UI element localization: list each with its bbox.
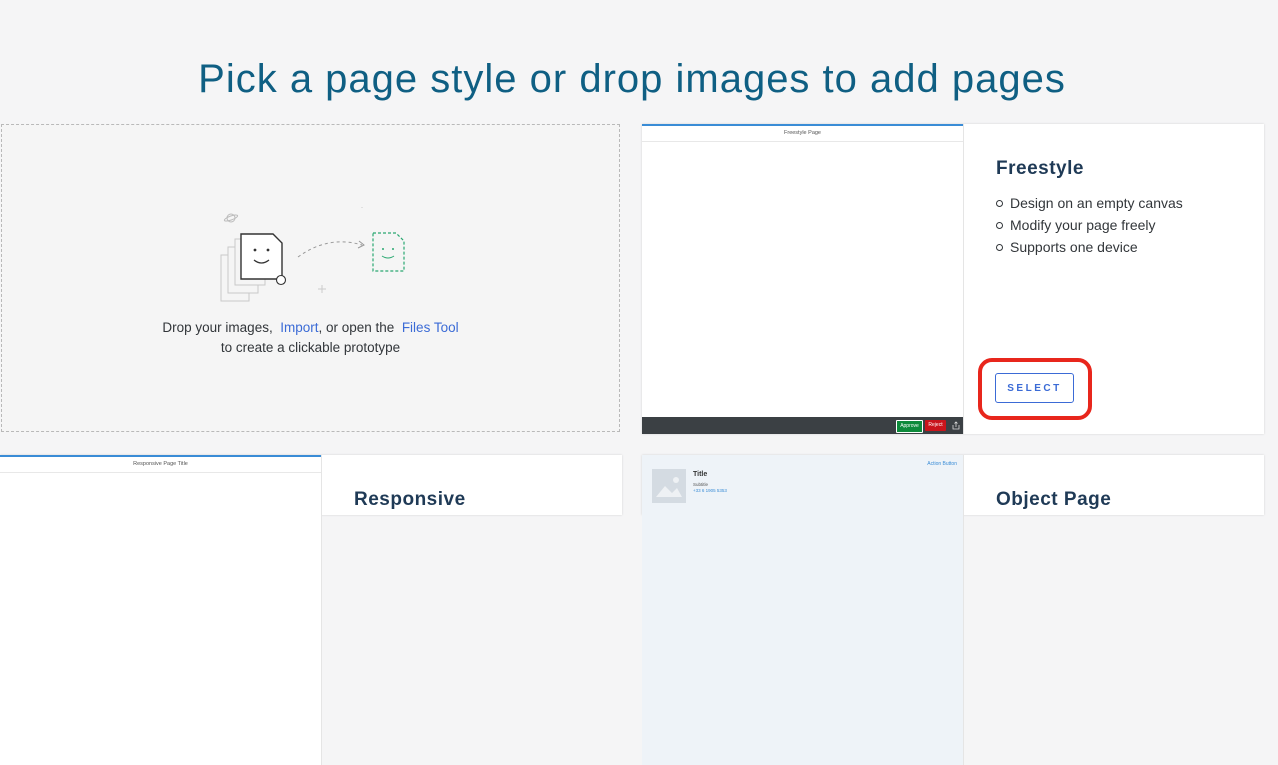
- share-icon: [952, 421, 960, 430]
- drop-instructions: Drop your images, Import, or open the Fi…: [2, 318, 619, 358]
- freestyle-info: Freestyle Design on an empty canvas Modi…: [996, 158, 1256, 258]
- object-page-preview: Action Button Title Subtitle +33 6 1905 …: [642, 455, 964, 765]
- freestyle-preview-header: Freestyle Page: [642, 126, 963, 142]
- import-link[interactable]: Import: [280, 320, 318, 335]
- responsive-info: Responsive: [354, 489, 614, 523]
- freestyle-card[interactable]: Freestyle Page Approve Reject Freestyle …: [642, 124, 1264, 434]
- object-page-card[interactable]: Action Button Title Subtitle +33 6 1905 …: [642, 455, 1264, 765]
- feature-item: Modify your page freely: [996, 214, 1256, 236]
- freestyle-preview: Freestyle Page Approve Reject: [642, 124, 964, 434]
- responsive-preview: Responsive Page Title: [0, 455, 322, 765]
- image-drop-zone[interactable]: Drop your images, Import, or open the Fi…: [1, 124, 620, 432]
- object-page-title: Object Page: [996, 489, 1112, 510]
- preview-subtitle: Subtitle: [693, 482, 709, 487]
- page-title: Pick a page style or drop images to add …: [198, 56, 1066, 101]
- preview-phone: +33 6 1905 5353: [693, 488, 727, 493]
- files-tool-link[interactable]: Files Tool: [402, 320, 459, 335]
- responsive-preview-header: Responsive Page Title: [0, 457, 321, 473]
- preview-approve-button: Approve: [896, 420, 923, 433]
- drop-images-illustration: [220, 207, 405, 302]
- preview-reject-button: Reject: [925, 420, 946, 431]
- preview-footer-bar: Approve Reject: [642, 417, 963, 434]
- smiley-page-icon: [240, 233, 287, 286]
- feature-item: Supports one device: [996, 236, 1256, 258]
- sparkle-icon: [318, 207, 363, 293]
- object-page-info: Object Page: [996, 489, 1256, 523]
- drop-text-line2: to create a clickable prototype: [220, 340, 401, 355]
- drop-text-middle: , or open the: [318, 320, 395, 335]
- preview-action-button: Action Button: [927, 461, 957, 467]
- responsive-title: Responsive: [354, 489, 466, 510]
- planet-icon: [223, 213, 239, 223]
- feature-item: Design on an empty canvas: [996, 192, 1256, 214]
- select-button[interactable]: SELECT: [995, 373, 1074, 403]
- freestyle-title: Freestyle: [996, 158, 1084, 179]
- freestyle-features: Design on an empty canvas Modify your pa…: [996, 192, 1256, 258]
- new-page-icon: [372, 232, 405, 272]
- responsive-card[interactable]: Responsive Page Title Responsive: [0, 455, 622, 765]
- drop-text-intro: Drop your images,: [162, 320, 273, 335]
- preview-title: Title: [693, 471, 708, 478]
- dashed-arrow-icon: [297, 241, 363, 258]
- image-placeholder-icon: [652, 469, 686, 503]
